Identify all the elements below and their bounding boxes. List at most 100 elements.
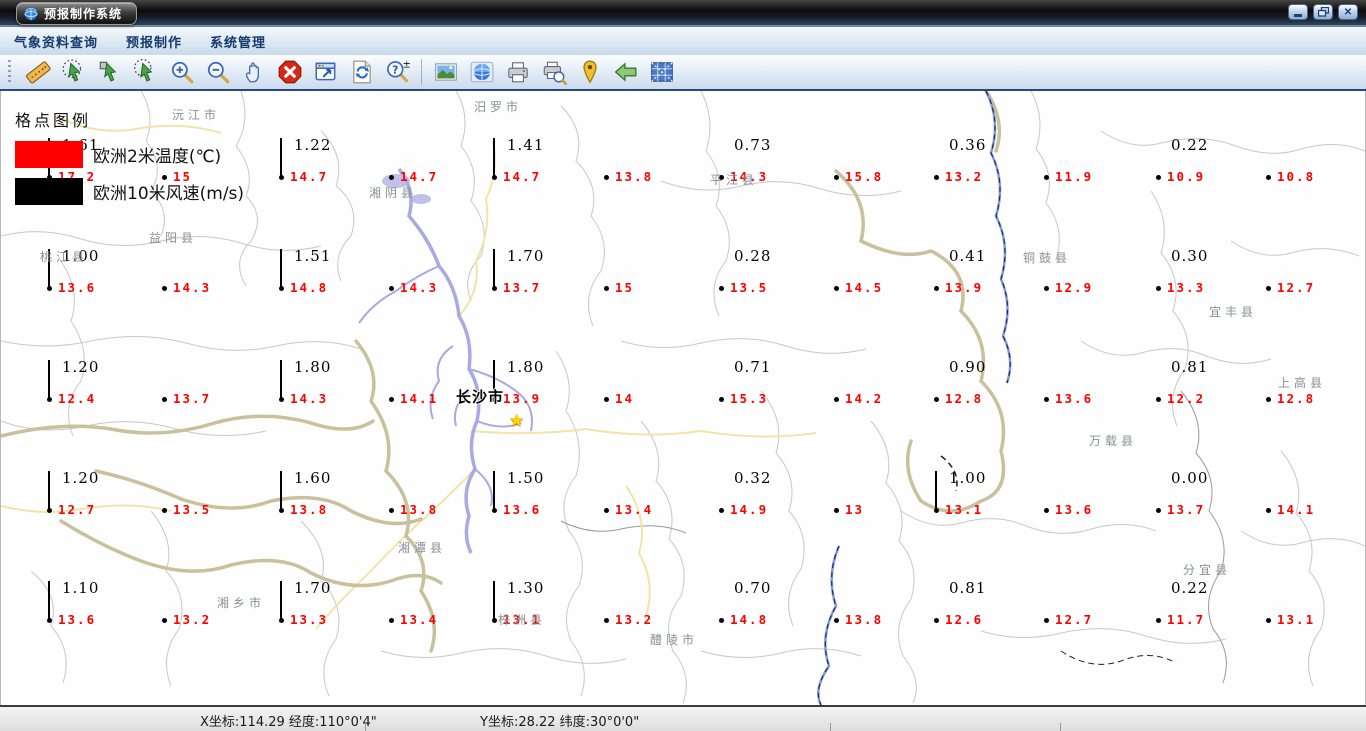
wind-speed-value: 0.81	[1171, 358, 1209, 376]
station-dot-icon	[833, 396, 839, 402]
measure-ruler-icon	[25, 61, 51, 84]
select-lasso-button[interactable]	[129, 56, 162, 88]
select-lasso-icon	[133, 59, 152, 82]
select-square-button[interactable]	[93, 56, 126, 88]
temperature-value: 13	[845, 502, 865, 517]
close-icon: ✕	[1343, 6, 1353, 18]
menu-system-management[interactable]: 系统管理	[210, 32, 266, 51]
wind-speed-value: 1.60	[294, 469, 332, 487]
identify-query-button[interactable]: ? ±	[381, 56, 414, 88]
stop-cancel-button[interactable]	[273, 56, 306, 88]
window-controls: ✕	[1288, 4, 1358, 20]
zoom-out-button[interactable]	[201, 56, 234, 88]
wind-speed-value: 0.00	[1171, 469, 1209, 487]
station-dot-icon	[1043, 285, 1049, 291]
map-place-label: 株洲县	[497, 613, 547, 627]
wind-speed-value: 0.28	[734, 247, 772, 265]
legend-row-temperature: 欧洲2米温度(℃)	[15, 141, 244, 168]
station-dot-icon	[388, 507, 394, 513]
temperature-value: 13.6	[58, 280, 97, 295]
wind-speed-value: 1.20	[62, 358, 100, 376]
temperature-value: 15	[615, 280, 635, 295]
status-separator	[1060, 723, 1061, 731]
print-button[interactable]	[501, 56, 534, 88]
legend-row-wind: 欧洲10米风速(m/s)	[15, 178, 244, 205]
city-label-changsha: 长沙市	[455, 388, 505, 406]
toolbar-grip[interactable]	[8, 60, 11, 84]
restore-button[interactable]	[1313, 4, 1333, 20]
map-place-label: 湘乡市	[216, 596, 266, 610]
wind-barb-icon	[280, 471, 282, 509]
wind-barb-icon	[493, 249, 495, 287]
location-pin-icon	[582, 60, 597, 84]
location-pin-button[interactable]	[573, 56, 606, 88]
status-separator	[365, 723, 366, 731]
temperature-value: 13.6	[1055, 391, 1094, 406]
station-dot-icon	[1155, 285, 1161, 291]
app-window: 预报制作系统 ✕ 气象资料查询 预报制作 系统管理 ? ± 17.2 15 14…	[0, 0, 1366, 731]
pan-hand-button[interactable]	[237, 56, 270, 88]
wind-speed-value: 0.22	[1171, 579, 1209, 597]
globe-icon	[24, 6, 38, 21]
station-dot-icon	[933, 285, 939, 291]
wind-speed-value: 0.90	[949, 358, 987, 376]
globe-view-button[interactable]	[465, 56, 498, 88]
station-dot-icon	[718, 617, 724, 623]
station-dot-icon	[1265, 174, 1271, 180]
minimize-button[interactable]	[1288, 4, 1308, 20]
close-button[interactable]: ✕	[1338, 4, 1358, 20]
wind-speed-value: 0.30	[1171, 247, 1209, 265]
pan-hand-icon	[245, 62, 259, 83]
map-view[interactable]: 17.21.611514.71.2214.714.71.4113.814.30.…	[0, 91, 1366, 705]
window-title: 预报制作系统	[44, 7, 123, 21]
menu-weather-data-query[interactable]: 气象资料查询	[14, 32, 98, 51]
select-dotted-button[interactable]	[57, 56, 90, 88]
map-place-label: 桃江县	[39, 250, 89, 264]
back-arrow-icon	[614, 62, 636, 82]
map-place-label: 宜丰县	[1208, 305, 1258, 319]
svg-text:?: ?	[392, 63, 398, 76]
temperature-value: 13.6	[503, 502, 542, 517]
menu-bar: 气象资料查询 预报制作 系统管理	[0, 27, 1366, 55]
map-place-label: 湘阴县	[368, 186, 418, 200]
wind-speed-value: 0.71	[734, 358, 772, 376]
measure-ruler-button[interactable]	[21, 56, 54, 88]
legend-title: 格点图例	[15, 111, 92, 130]
station-dot-icon	[1155, 396, 1161, 402]
station-dot-icon	[1265, 396, 1271, 402]
zoom-in-button[interactable]	[165, 56, 198, 88]
menu-forecast-production[interactable]: 预报制作	[126, 32, 182, 51]
station-dot-icon	[388, 285, 394, 291]
station-dot-icon	[1043, 174, 1049, 180]
wind-speed-value: 1.70	[507, 247, 545, 265]
temperature-value: 13.7	[173, 391, 212, 406]
station-dot-icon	[388, 396, 394, 402]
minimize-icon	[1294, 14, 1302, 17]
wind-barb-icon	[493, 471, 495, 509]
window-export-button[interactable]	[309, 56, 342, 88]
back-arrow-button[interactable]	[609, 56, 642, 88]
print-preview-button[interactable]	[537, 56, 570, 88]
temperature-value: 13.6	[58, 612, 97, 627]
map-place-label: 汨罗市	[473, 100, 523, 114]
temperature-value: 13.4	[615, 502, 654, 517]
refresh-page-button[interactable]	[345, 56, 378, 88]
print-preview-icon	[543, 61, 567, 85]
temperature-value: 13.8	[290, 502, 329, 517]
station-dot-icon	[833, 617, 839, 623]
map-place-label: 铜鼓县	[1022, 251, 1072, 265]
temperature-value: 14.8	[290, 280, 329, 295]
grid-overlay-button[interactable]	[645, 56, 678, 88]
select-square-icon	[99, 61, 116, 82]
wind-speed-value: 1.51	[294, 247, 332, 265]
svg-text:±: ±	[402, 60, 410, 71]
station-dot-icon	[1155, 617, 1161, 623]
temperature-value: 14.7	[400, 169, 439, 184]
temperature-value: 13.9	[945, 280, 984, 295]
title-bar: 预报制作系统 ✕	[0, 0, 1366, 27]
legend-label-wind: 欧洲10米风速(m/s)	[93, 184, 245, 204]
export-image-button[interactable]	[429, 56, 462, 88]
station-dot-icon	[1265, 617, 1271, 623]
wind-speed-value: 1.50	[507, 469, 545, 487]
status-y-coordinate: Y坐标:28.22 纬度:30°0'0"	[480, 715, 640, 730]
